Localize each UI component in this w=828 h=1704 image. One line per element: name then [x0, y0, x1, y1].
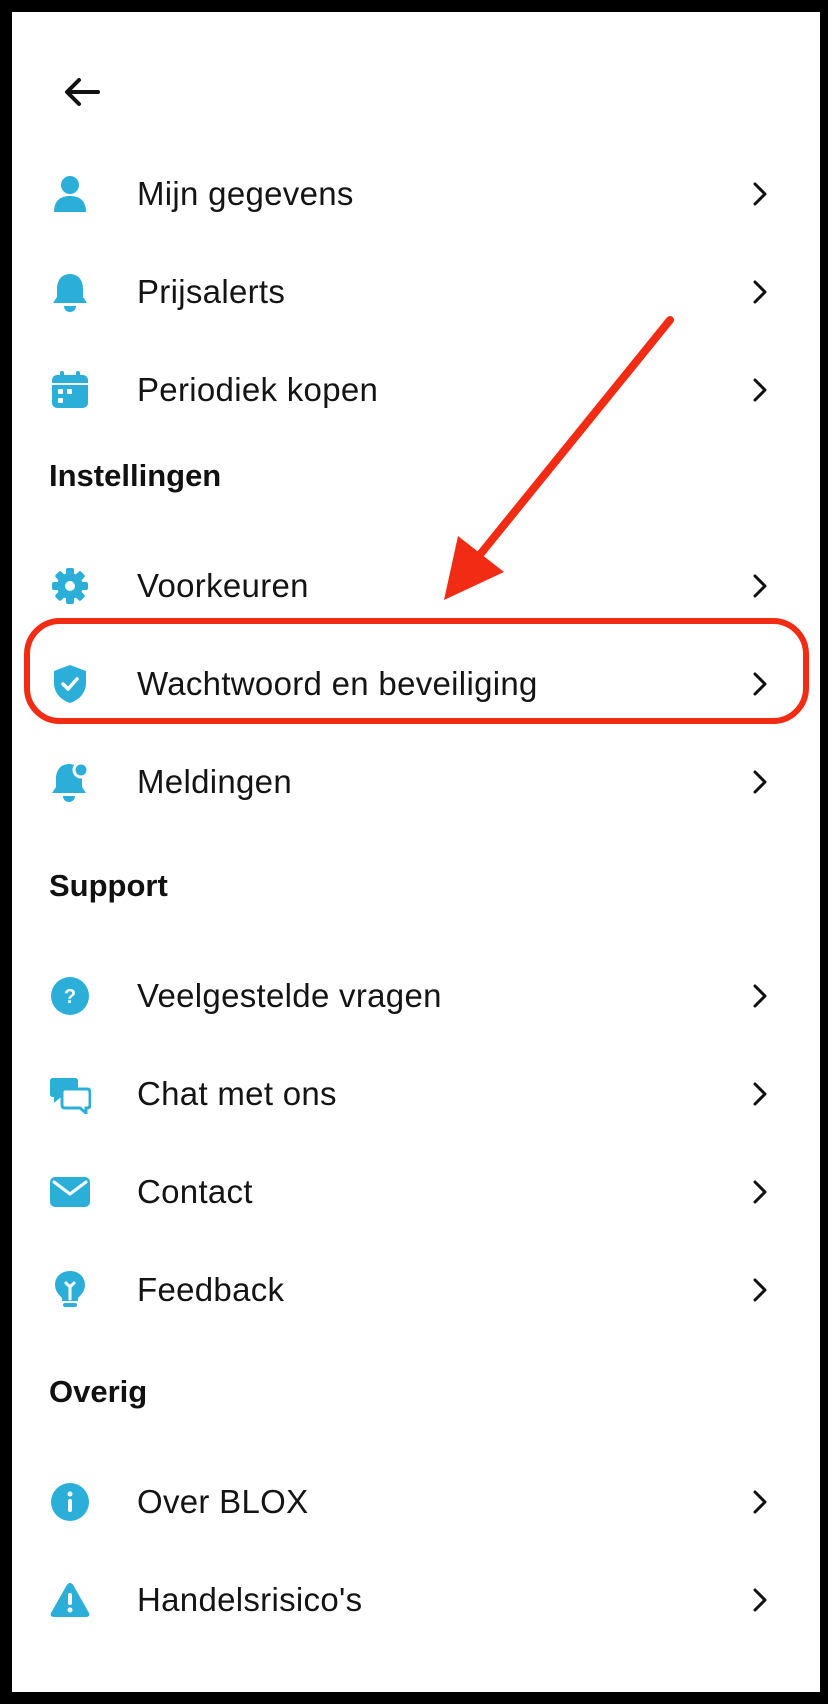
chevron-right-icon: [753, 1588, 767, 1612]
menu-item-label: Contact: [137, 1173, 253, 1210]
chevron-right-icon: [753, 1082, 767, 1106]
menu-item-label: Feedback: [137, 1271, 285, 1308]
shield-check-icon: [49, 663, 91, 705]
menu-item-label: Voorkeuren: [137, 567, 309, 604]
menu-item-label: Mijn gegevens: [137, 175, 354, 212]
menu-item-label: Periodiek kopen: [137, 371, 379, 408]
chevron-right-icon: [753, 770, 767, 794]
chevron-right-icon: [753, 1180, 767, 1204]
svg-text:?: ?: [64, 986, 76, 1008]
menu-item-contact[interactable]: Contact: [12, 1143, 820, 1241]
menu-item-mijn-gegevens[interactable]: Mijn gegevens: [12, 145, 820, 243]
section-title-overig: Overig: [49, 1374, 148, 1409]
chevron-right-icon: [753, 672, 767, 696]
chevron-right-icon: [753, 182, 767, 206]
warning-triangle-icon: [49, 1579, 91, 1621]
chevron-right-icon: [753, 280, 767, 304]
info-circle-icon: [49, 1481, 91, 1523]
menu-item-meldingen[interactable]: Meldingen: [12, 733, 820, 831]
menu-item-label: Prijsalerts: [137, 273, 286, 310]
menu-item-prijsalerts[interactable]: Prijsalerts: [12, 243, 820, 341]
menu-item-over-blox[interactable]: Over BLOX: [12, 1453, 820, 1551]
menu-item-chat-met-ons[interactable]: Chat met ons: [12, 1045, 820, 1143]
chevron-right-icon: [753, 1278, 767, 1302]
back-button[interactable]: [52, 68, 112, 116]
menu-item-handelsrisicos[interactable]: Handelsrisico's: [12, 1551, 820, 1649]
user-icon: [49, 173, 91, 215]
gear-icon: [49, 565, 91, 607]
section-title-instellingen: Instellingen: [49, 458, 222, 493]
calendar-icon: [49, 369, 91, 411]
chevron-right-icon: [753, 984, 767, 1008]
menu-item-label: Over BLOX: [137, 1483, 309, 1520]
settings-menu-screen: Mijn gegevens Prijsalerts Periodiek kope…: [12, 12, 820, 1692]
menu-item-wachtwoord-en-beveiliging[interactable]: Wachtwoord en beveiliging: [12, 635, 820, 733]
menu-item-periodiek-kopen[interactable]: Periodiek kopen: [12, 341, 820, 439]
question-circle-icon: ?: [49, 975, 91, 1017]
chevron-right-icon: [753, 378, 767, 402]
menu-item-veelgestelde-vragen[interactable]: ? Veelgestelde vragen: [12, 947, 820, 1045]
chat-bubbles-icon: [49, 1073, 91, 1115]
menu-item-label: Veelgestelde vragen: [137, 977, 442, 1014]
chevron-right-icon: [753, 574, 767, 598]
menu-item-label: Meldingen: [137, 763, 292, 800]
section-title-support: Support: [49, 868, 168, 903]
lightbulb-icon: [49, 1269, 91, 1311]
chevron-right-icon: [753, 1490, 767, 1514]
envelope-icon: [49, 1171, 91, 1213]
menu-item-label: Handelsrisico's: [137, 1581, 363, 1618]
menu-item-feedback[interactable]: Feedback: [12, 1241, 820, 1339]
arrow-left-icon: [65, 78, 100, 106]
menu-item-label: Chat met ons: [137, 1075, 337, 1112]
bell-icon: [49, 271, 91, 313]
notification-bell-icon: [49, 761, 91, 803]
menu-item-label: Wachtwoord en beveiliging: [137, 665, 538, 702]
menu-item-voorkeuren[interactable]: Voorkeuren: [12, 537, 820, 635]
